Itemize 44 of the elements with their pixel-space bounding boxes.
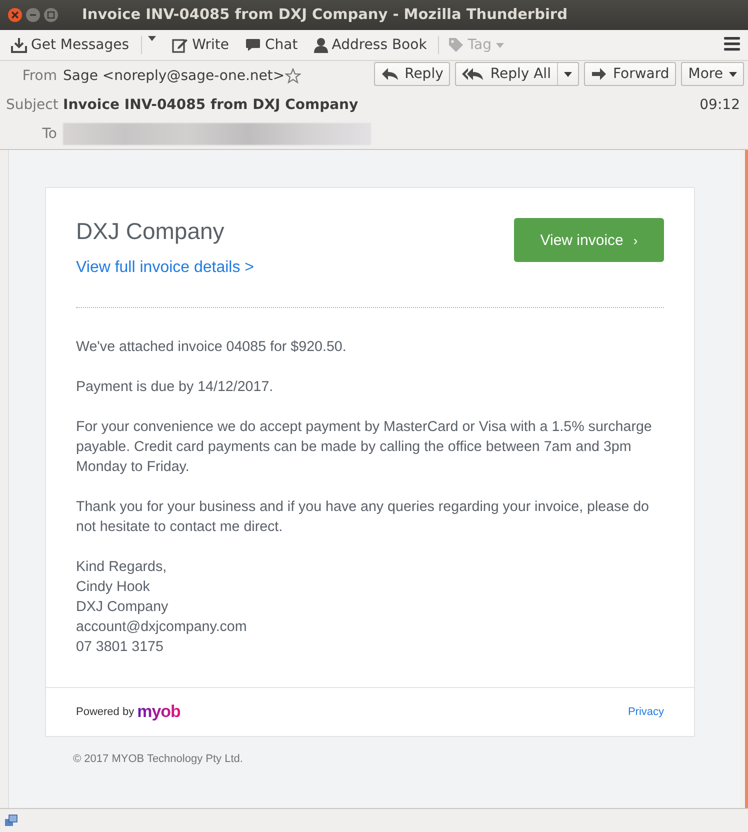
forward-arrow-icon	[590, 67, 607, 81]
maximize-button[interactable]	[44, 8, 58, 22]
signature-line: Kind Regards,	[76, 558, 168, 577]
email-paragraph: For your convenience we do accept payment by MasterCard or Visa with a 1.5% surcharge payable. Credit card payments can be made by calling the office between 7am and 3pm Monday to Friday.	[76, 418, 653, 477]
signature-line: DXJ Company	[76, 598, 170, 617]
window-title: Invoice INV-04085 from DXJ Company - Mozilla Thunderbird	[82, 7, 568, 23]
subject-text: Invoice INV-04085 from DXJ Company	[63, 96, 358, 112]
more-button[interactable]: More	[681, 62, 744, 86]
minimize-button[interactable]	[26, 8, 40, 22]
company-name: DXJ Company	[76, 218, 226, 245]
toolbar-button[interactable]: Address Book	[308, 35, 432, 55]
chat-icon	[245, 37, 262, 53]
powered-by-text: Powered by	[76, 706, 134, 718]
email-paragraph: Thank you for your business and if you have any queries regarding your invoice, please do not hesitate to contact me direct.	[76, 498, 650, 537]
copyright-text: © 2017 MYOB Technology Pty Ltd.	[73, 753, 243, 765]
field-label: From	[21, 68, 57, 84]
pencil-icon	[172, 37, 188, 53]
toolbar-button[interactable]: Write	[167, 35, 234, 55]
sender-address[interactable]: Sage <noreply@sage-one.net>	[63, 68, 285, 84]
tag-icon	[448, 37, 464, 53]
privacy-link[interactable]: Privacy	[628, 706, 664, 718]
email-paragraph: We've attached invoice 04085 for $920.50.	[76, 338, 348, 357]
toolbar-button[interactable]: Get Messages	[6, 34, 162, 56]
connection-icon[interactable]	[4, 814, 18, 828]
reply-all-arrow-icon	[462, 67, 484, 81]
signature-line: account@dxjcompany.com	[76, 618, 248, 637]
myob-logo: myob	[137, 702, 180, 722]
signature-line: Cindy Hook	[76, 578, 151, 597]
star-icon	[284, 68, 301, 84]
action-button[interactable]: Reply All	[455, 62, 579, 86]
download-icon	[11, 37, 27, 53]
action-button[interactable]: Reply	[374, 62, 450, 86]
scrollbar[interactable]	[740, 150, 748, 808]
reply-arrow-icon	[380, 67, 399, 81]
invoice-details-link[interactable]: View full invoice details >	[76, 259, 254, 277]
field-label: Subject	[6, 96, 57, 112]
message-time: 09:12	[700, 96, 740, 112]
toolbar-button[interactable]: Chat	[240, 35, 303, 55]
action-button[interactable]: Forward	[584, 62, 676, 86]
email-paragraph: Payment is due by 14/12/2017.	[76, 378, 274, 397]
signature-line: 07 3801 3175	[76, 638, 164, 657]
field-label: To	[41, 126, 57, 142]
person-icon	[314, 37, 328, 53]
close-button[interactable]	[8, 8, 22, 22]
